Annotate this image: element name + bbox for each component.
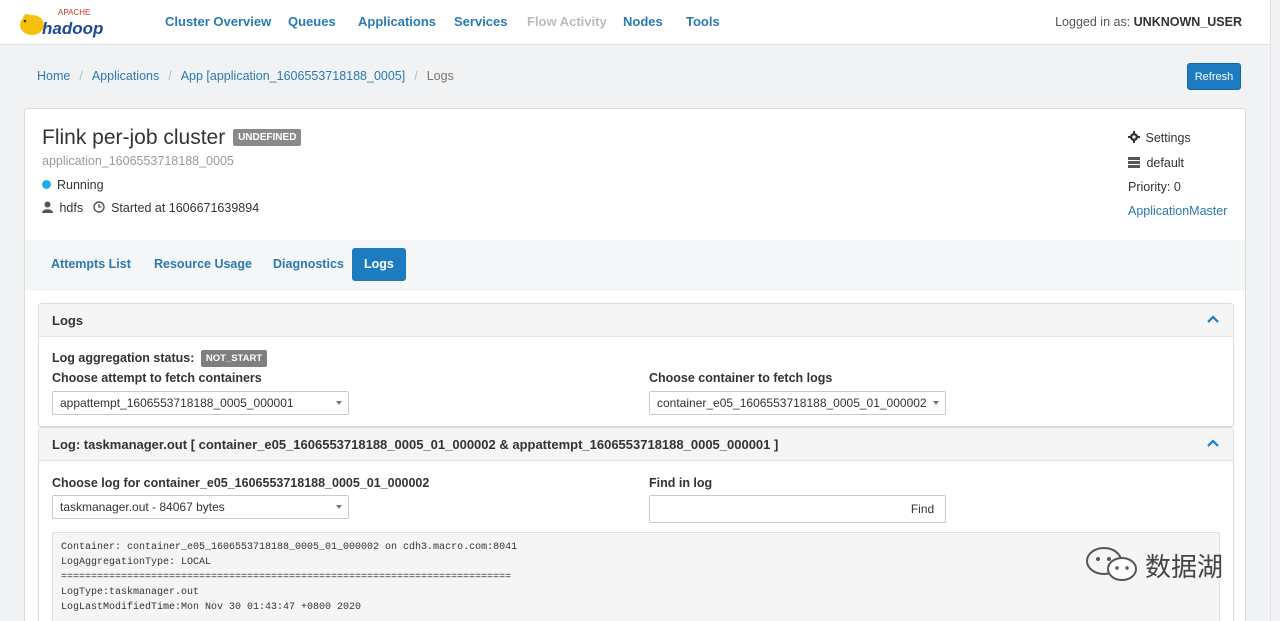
breadcrumb-app[interactable]: App [application_1606553718188_0005] — [181, 69, 406, 83]
logged-in-indicator: Logged in as: UNKNOWN_USER — [1055, 15, 1242, 29]
nav-cluster-overview[interactable]: Cluster Overview — [165, 14, 271, 29]
app-start-time: Started at 1606671639894 — [111, 201, 260, 215]
container-select-label: Choose container to fetch logs — [649, 371, 833, 385]
nav-nodes[interactable]: Nodes — [623, 14, 663, 29]
logs-panel: Logs Log aggregation status: NOT_START C… — [38, 303, 1234, 427]
log-line: Container: container_e05_1606553718188_0… — [61, 542, 518, 553]
log-content-panel-title: Log: taskmanager.out [ container_e05_160… — [52, 437, 779, 452]
log-line: LogAggregationType: LOCAL — [61, 557, 212, 568]
find-in-log-input[interactable] — [649, 495, 901, 523]
nav-applications[interactable]: Applications — [358, 14, 436, 29]
log-line: LogType:taskmanager.out — [61, 587, 200, 598]
tab-resource-usage[interactable]: Resource Usage — [142, 248, 264, 281]
choose-log-label: Choose log for container_e05_16065537181… — [52, 476, 430, 490]
aggregation-status-badge: NOT_START — [200, 350, 268, 367]
priority: Priority: 0 — [1128, 180, 1181, 194]
attempt-select-label: Choose attempt to fetch containers — [52, 371, 262, 385]
dropdown-caret-icon — [933, 401, 939, 405]
log-aggregation-label: Log aggregation status: — [52, 351, 195, 365]
final-status-badge: UNDEFINED — [233, 129, 302, 146]
tab-diagnostics[interactable]: Diagnostics — [261, 248, 356, 281]
app-state-text: Running — [57, 178, 104, 192]
wechat-icon — [1086, 547, 1137, 581]
log-content-panel-header[interactable]: Log: taskmanager.out [ container_e05_160… — [39, 428, 1233, 461]
logs-panel-header[interactable]: Logs — [39, 304, 1233, 337]
breadcrumb-separator: / — [79, 69, 83, 83]
queue-info: default — [1128, 156, 1184, 170]
settings-label: Settings — [1145, 131, 1191, 145]
app-user: hdfs — [59, 201, 84, 215]
breadcrumb-separator: / — [414, 69, 418, 83]
app-title-text: Flink per-job cluster — [42, 126, 226, 149]
attempt-select[interactable]: appattempt_1606553718188_0005_000001 — [52, 391, 349, 415]
breadcrumb-separator: / — [168, 69, 172, 83]
find-in-log-label: Find in log — [649, 476, 713, 490]
container-select-value: container_e05_1606553718188_0005_01_0000… — [657, 396, 927, 410]
log-file-select-value: taskmanager.out - 84067 bytes — [60, 500, 225, 514]
logs-panel-title: Logs — [52, 313, 84, 328]
login-user: UNKNOWN_USER — [1133, 15, 1242, 29]
breadcrumb-current: Logs — [426, 69, 454, 83]
chevron-up-icon[interactable] — [1207, 439, 1219, 448]
log-line: ========================================… — [61, 572, 512, 583]
user-icon — [42, 201, 53, 213]
queue-name: default — [1146, 156, 1185, 170]
find-button[interactable]: Find — [900, 495, 946, 523]
application-id: application_1606553718188_0005 — [42, 154, 234, 168]
gear-icon — [1128, 131, 1140, 143]
nav-queues[interactable]: Queues — [288, 14, 336, 29]
app-panel: Flink per-job cluster UNDEFINED applicat… — [24, 108, 1246, 621]
svg-text:APACHE: APACHE — [58, 8, 90, 17]
clock-icon — [92, 201, 105, 213]
settings-link[interactable]: Settings — [1128, 131, 1191, 145]
application-master-link[interactable]: ApplicationMaster — [1128, 204, 1227, 218]
breadcrumb: Home / Applications / App [application_16065… — [37, 69, 454, 83]
tab-attempts-list[interactable]: Attempts List — [39, 248, 143, 281]
log-content-panel: Log: taskmanager.out [ container_e05_160… — [38, 427, 1234, 621]
app-state: Running — [42, 178, 104, 192]
dropdown-caret-icon — [336, 505, 342, 509]
log-line: LogLastModifiedTime:Mon Nov 30 01:43:47 … — [61, 602, 362, 613]
page-scrollbar[interactable] — [1270, 0, 1280, 621]
log-content[interactable]: Container: container_e05_1606553718188_0… — [52, 532, 1220, 621]
app-user-line: hdfs Started at 1606671639894 — [42, 201, 259, 215]
nav-tools[interactable]: Tools — [686, 14, 720, 29]
hadoop-logo[interactable]: APACHE hadoop — [16, 6, 136, 40]
refresh-button[interactable]: Refresh — [1187, 63, 1241, 90]
nav-flow-activity: Flow Activity — [527, 14, 607, 29]
top-navbar: APACHE hadoop Cluster Overview Queues Ap… — [0, 0, 1280, 45]
server-icon — [1128, 157, 1140, 168]
running-status-icon — [42, 180, 51, 189]
page-title: Flink per-job cluster UNDEFINED — [42, 126, 302, 150]
chevron-up-icon[interactable] — [1207, 315, 1219, 324]
log-file-select[interactable]: taskmanager.out - 84067 bytes — [52, 495, 349, 519]
breadcrumb-home[interactable]: Home — [37, 69, 70, 83]
attempt-select-value: appattempt_1606553718188_0005_000001 — [60, 396, 294, 410]
container-select[interactable]: container_e05_1606553718188_0005_01_0000… — [649, 391, 946, 415]
watermark-text: 数据湖 — [1145, 553, 1224, 583]
tab-logs[interactable]: Logs — [352, 248, 406, 281]
svg-text:hadoop: hadoop — [42, 19, 103, 38]
login-label: Logged in as: — [1055, 15, 1131, 29]
log-aggregation-status: Log aggregation status: NOT_START — [52, 350, 268, 367]
breadcrumb-applications[interactable]: Applications — [92, 69, 159, 83]
nav-services[interactable]: Services — [454, 14, 508, 29]
dropdown-caret-icon — [336, 401, 342, 405]
